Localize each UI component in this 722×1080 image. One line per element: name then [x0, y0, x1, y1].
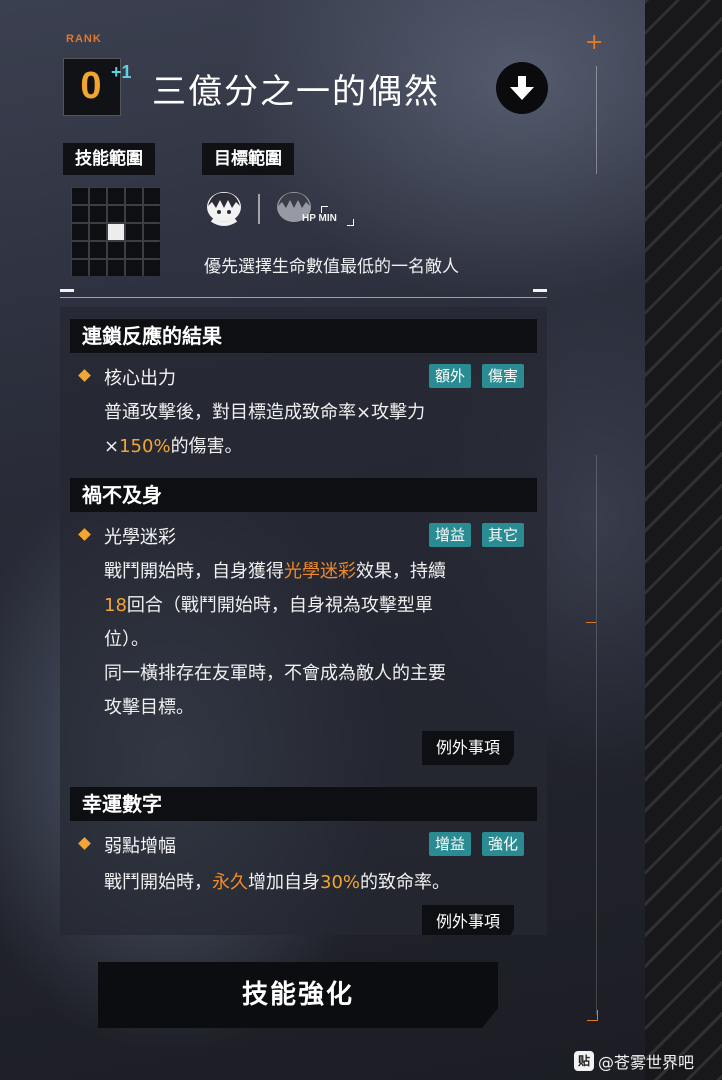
divider-tick-left	[60, 289, 74, 292]
range-cell	[126, 224, 142, 240]
target-divider	[258, 194, 260, 224]
exception-button[interactable]: 例外事項	[422, 731, 515, 765]
highlighted-text: 30%	[320, 872, 361, 893]
text-segment: 戰鬥開始時，自身獲得	[104, 561, 284, 582]
range-cell	[72, 242, 88, 258]
bullet-diamond-icon	[78, 369, 91, 382]
range-cell	[144, 206, 160, 222]
text-segment: 增加自身	[248, 872, 320, 893]
effect-tag: 其它	[482, 523, 525, 547]
text-segment: 同一橫排存在友軍時，不會成為敵人的主要	[104, 663, 446, 684]
effect-tag: 增益	[429, 832, 472, 856]
effect-description: 戰鬥開始時，自身獲得光學迷彩效果，持續 18回合（戰鬥開始時，自身視為攻擊型單 位）…	[104, 555, 446, 725]
range-cell	[108, 188, 124, 204]
text-segment: 位）。	[104, 629, 149, 650]
range-cell	[144, 188, 160, 204]
decorative-stripe-band	[645, 0, 722, 1080]
description-line: 位）。	[104, 623, 446, 657]
hp-min-bracket-icon	[347, 219, 354, 226]
description-line: 同一橫排存在友軍時，不會成為敵人的主要	[104, 657, 446, 691]
effect-name: 光學迷彩	[104, 527, 176, 548]
text-segment: 效果，持續	[356, 561, 446, 582]
description-line: 普通攻擊後，對目標造成致命率×攻擊力	[104, 396, 425, 430]
divider	[60, 297, 547, 298]
effect-tag: 額外	[429, 364, 472, 388]
skill-range-grid	[71, 187, 160, 276]
collapse-button[interactable]	[496, 62, 548, 114]
range-cell	[90, 260, 106, 276]
watermark: 贴 @苍雾世界吧	[574, 1049, 694, 1073]
description-line: 戰鬥開始時，自身獲得光學迷彩效果，持續	[104, 555, 446, 589]
enhance-skill-button[interactable]: 技能強化	[98, 962, 498, 1028]
range-cell	[90, 206, 106, 222]
effect-tag: 強化	[482, 832, 525, 856]
text-segment: 回合（戰鬥開始時，自身視為攻擊型單	[126, 595, 433, 616]
effect-tag: 傷害	[482, 364, 525, 388]
effect-tag: 增益	[429, 523, 472, 547]
frame-tick-right	[586, 622, 596, 623]
text-segment: 的致命率。	[360, 872, 451, 893]
frame-line-right-lower	[596, 455, 597, 1015]
range-cell	[90, 224, 106, 240]
highlighted-text: 150%	[119, 436, 171, 457]
watermark-text: @苍雾世界吧	[598, 1053, 695, 1072]
text-segment: ×	[104, 436, 120, 457]
range-cell-active	[108, 224, 124, 240]
target-description: 優先選擇生命數值最低的一名敵人	[204, 257, 459, 277]
skill-range-label: 技能範圍	[63, 143, 155, 175]
section-title: 幸運數字	[70, 787, 537, 821]
hp-min-badge: HP MIN	[302, 213, 337, 224]
frame-line-right	[596, 66, 597, 174]
range-cell	[126, 242, 142, 258]
range-cell	[108, 206, 124, 222]
effect-name: 核心出力	[104, 368, 176, 389]
tieba-icon: 贴	[574, 1051, 594, 1071]
bullet-diamond-icon	[78, 837, 91, 850]
range-cell	[144, 242, 160, 258]
target-range-label: 目標範圍	[202, 143, 294, 175]
rank-value: 0	[80, 65, 102, 107]
range-cell	[108, 260, 124, 276]
divider-tick-right	[533, 289, 547, 292]
section-title: 禍不及身	[70, 478, 537, 512]
range-cell	[126, 260, 142, 276]
hp-min-bracket-icon	[321, 206, 328, 213]
text-segment: 普通攻擊後，對目標造成致命率×攻擊力	[104, 402, 426, 423]
range-cell	[108, 242, 124, 258]
range-cell	[72, 206, 88, 222]
section-title: 連鎖反應的結果	[70, 319, 537, 353]
range-cell	[126, 188, 142, 204]
frame-corner-icon	[587, 1010, 598, 1021]
description-line: 戰鬥開始時，永久增加自身30%的致命率。	[104, 866, 450, 900]
description-line: 攻擊目標。	[104, 691, 446, 725]
effects-panel[interactable]: 連鎖反應的結果 核心出力 額外 傷害 普通攻擊後，對目標造成致命率×攻擊力 ×15…	[60, 307, 547, 935]
range-cell	[72, 260, 88, 276]
highlighted-text: 光學迷彩	[284, 561, 356, 582]
crosshair-icon: +	[585, 30, 604, 55]
bullet-diamond-icon	[78, 528, 91, 541]
rank-label: RANK	[66, 33, 102, 45]
skill-title: 三億分之一的偶然	[152, 72, 440, 112]
highlighted-text: 18	[104, 595, 127, 616]
range-cell	[90, 188, 106, 204]
chibi-unit-icon	[207, 192, 241, 226]
description-line: 18回合（戰鬥開始時，自身視為攻擊型單	[104, 589, 446, 623]
rank-bonus: +1	[111, 62, 132, 82]
effect-description: 普通攻擊後，對目標造成致命率×攻擊力 ×150%的傷害。	[104, 396, 425, 464]
text-segment: 戰鬥開始時，	[104, 872, 212, 893]
range-cell	[72, 188, 88, 204]
range-cell	[144, 224, 160, 240]
effect-name: 弱點增幅	[104, 836, 176, 857]
range-cell	[126, 206, 142, 222]
effect-description: 戰鬥開始時，永久增加自身30%的致命率。	[104, 866, 450, 900]
description-line: ×150%的傷害。	[104, 430, 425, 464]
range-cell	[144, 260, 160, 276]
range-cell	[72, 224, 88, 240]
exception-button[interactable]: 例外事項	[422, 905, 515, 935]
text-segment: 攻擊目標。	[104, 697, 194, 718]
arrow-down-icon	[510, 76, 534, 100]
highlighted-text: 永久	[212, 872, 248, 893]
text-segment: 的傷害。	[170, 436, 243, 457]
range-cell	[90, 242, 106, 258]
